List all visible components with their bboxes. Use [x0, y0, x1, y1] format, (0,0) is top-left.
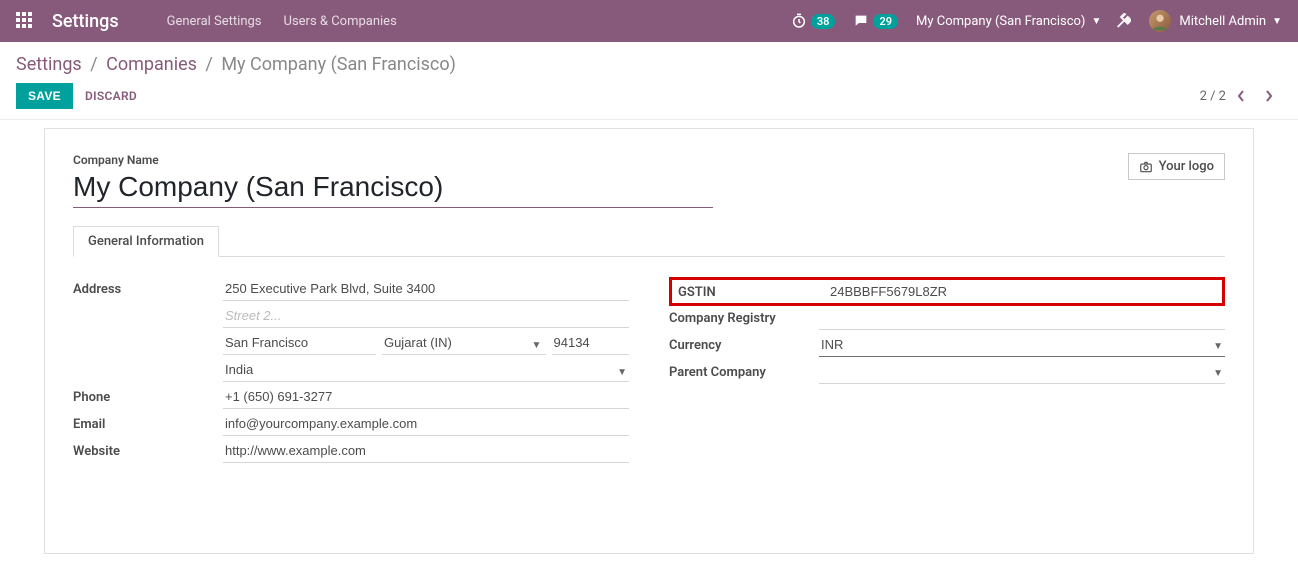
city-input[interactable]: [223, 331, 376, 355]
chevron-right-icon: [1264, 89, 1274, 103]
caret-down-icon: ▼: [1213, 341, 1223, 352]
debug-menu[interactable]: [1115, 13, 1131, 29]
gstin-input[interactable]: [828, 280, 1216, 303]
parent-company-input[interactable]: [819, 360, 1225, 383]
camera-icon: [1139, 160, 1153, 174]
tabs: General Information: [73, 226, 1225, 257]
street-input[interactable]: [223, 277, 629, 301]
breadcrumb-current: My Company (San Francisco): [221, 54, 456, 75]
save-button[interactable]: SAVE: [16, 83, 73, 109]
state-input[interactable]: [382, 331, 546, 355]
apps-menu-icon[interactable]: [16, 12, 34, 30]
label-currency: Currency: [669, 333, 819, 353]
left-column: Address ▼: [73, 277, 629, 463]
upload-logo-button[interactable]: Your logo: [1128, 153, 1225, 180]
tools-icon: [1115, 13, 1131, 29]
discard-button[interactable]: DISCARD: [85, 89, 137, 103]
nav-general-settings[interactable]: General Settings: [167, 14, 262, 29]
clock-icon: [791, 13, 807, 29]
label-phone: Phone: [73, 385, 223, 405]
pager: 2 / 2: [1200, 83, 1282, 109]
messages-indicator[interactable]: 29: [853, 13, 898, 29]
user-menu[interactable]: Mitchell Admin ▼: [1149, 10, 1282, 32]
app-brand: Settings: [52, 11, 119, 32]
label-email: Email: [73, 412, 223, 432]
pager-next[interactable]: [1256, 83, 1282, 109]
caret-down-icon: ▼: [1213, 368, 1223, 379]
caret-down-icon: ▼: [1272, 16, 1282, 27]
company-name-input[interactable]: [73, 169, 713, 208]
label-company-registry: Company Registry: [669, 306, 819, 326]
right-column: GSTIN Company Registry Currency ▼: [669, 277, 1225, 463]
chat-icon: [853, 13, 869, 29]
control-panel: Settings / Companies / My Company (San F…: [0, 42, 1298, 120]
zip-input[interactable]: [552, 331, 629, 355]
label-website: Website: [73, 439, 223, 459]
logo-label: Your logo: [1159, 159, 1214, 174]
timer-indicator[interactable]: 38: [791, 13, 836, 29]
form-sheet: Company Name Your logo General Informati…: [44, 128, 1254, 554]
country-input[interactable]: [223, 358, 629, 382]
company-switcher[interactable]: My Company (San Francisco) ▼: [916, 14, 1101, 29]
currency-input[interactable]: [819, 333, 1225, 356]
chat-badge: 29: [873, 14, 898, 29]
main-navbar: Settings General Settings Users & Compan…: [0, 0, 1298, 42]
chevron-left-icon: [1236, 89, 1246, 103]
caret-down-icon: ▼: [1091, 16, 1101, 27]
breadcrumb-root[interactable]: Settings: [16, 54, 82, 75]
breadcrumb: Settings / Companies / My Company (San F…: [16, 54, 1282, 75]
gstin-highlight: GSTIN: [669, 277, 1225, 306]
breadcrumb-companies[interactable]: Companies: [106, 54, 197, 75]
label-parent-company: Parent Company: [669, 360, 819, 380]
tab-general-information[interactable]: General Information: [73, 226, 219, 257]
company-registry-input[interactable]: [819, 306, 1225, 330]
label-address: Address: [73, 277, 223, 297]
timer-badge: 38: [811, 14, 836, 29]
caret-down-icon: ▼: [617, 367, 627, 378]
company-name: My Company (San Francisco): [916, 14, 1085, 29]
pager-text[interactable]: 2 / 2: [1200, 89, 1226, 104]
website-input[interactable]: [223, 439, 629, 463]
company-name-label: Company Name: [73, 153, 1128, 167]
email-input[interactable]: [223, 412, 629, 436]
pager-prev[interactable]: [1228, 83, 1254, 109]
nav-users-companies[interactable]: Users & Companies: [284, 14, 397, 29]
phone-input[interactable]: [223, 385, 629, 409]
label-gstin: GSTIN: [678, 280, 828, 300]
street2-input[interactable]: [223, 304, 629, 328]
user-name: Mitchell Admin: [1179, 14, 1266, 29]
user-avatar: [1149, 10, 1171, 32]
